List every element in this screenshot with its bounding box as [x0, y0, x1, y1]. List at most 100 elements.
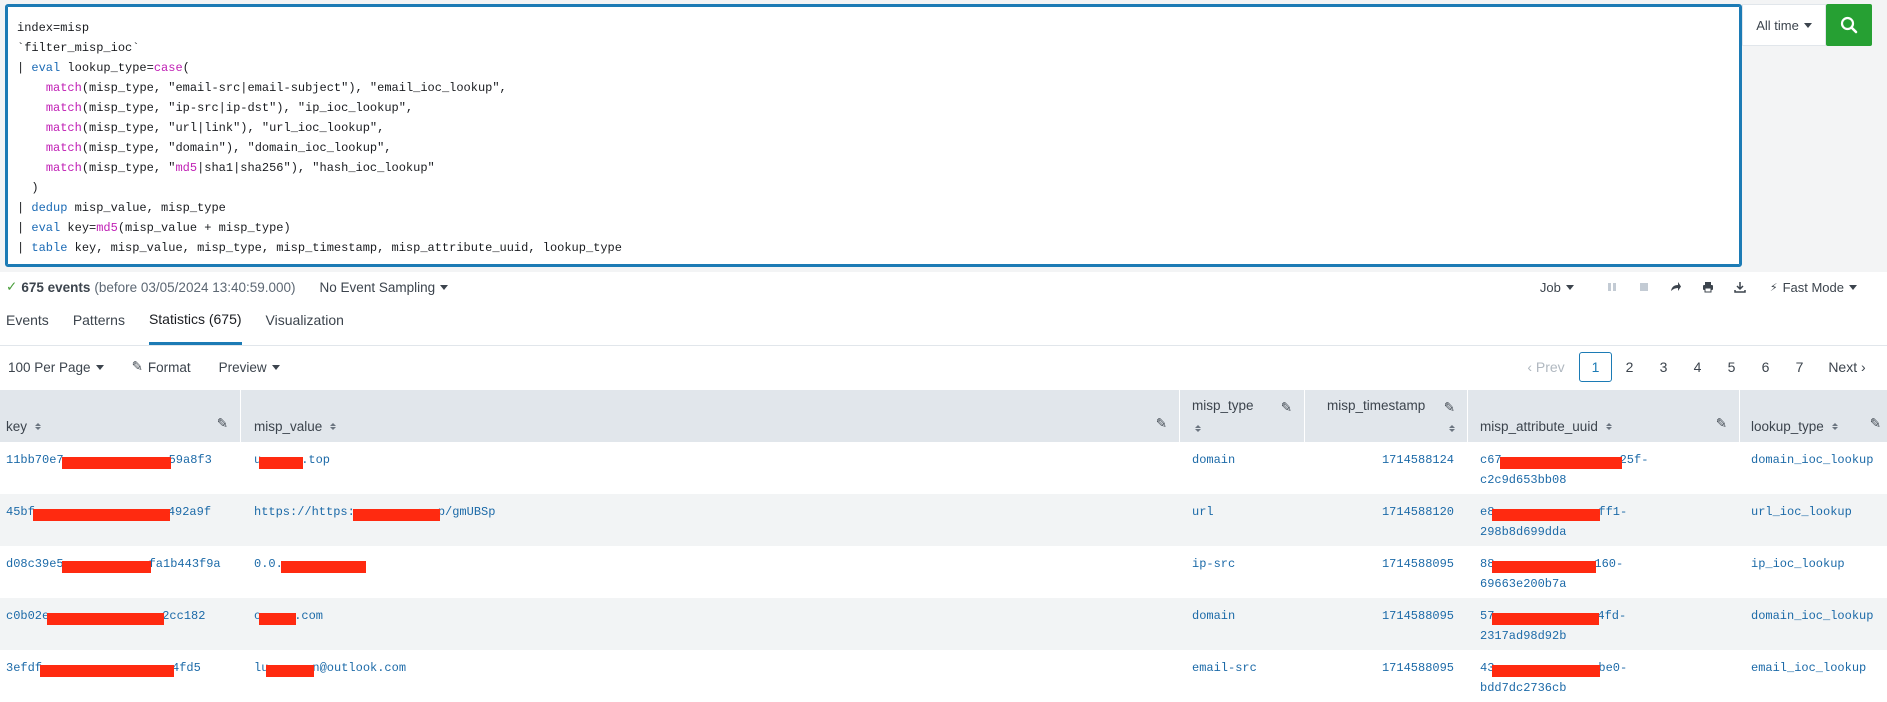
- cell-misp-type[interactable]: domain: [1180, 598, 1305, 650]
- cell-text: c0b02e: [6, 609, 50, 623]
- redaction-box: [1492, 509, 1600, 521]
- edit-column-icon[interactable]: ✎: [1716, 416, 1727, 432]
- pause-icon[interactable]: [1596, 276, 1628, 298]
- tab-statistics[interactable]: Statistics (675): [148, 305, 242, 345]
- cell-text: https://https:: [254, 505, 355, 519]
- share-icon[interactable]: [1660, 276, 1692, 298]
- time-range-label: All time: [1756, 17, 1799, 33]
- column-header-misp-type[interactable]: misp_type ✎: [1180, 390, 1305, 442]
- column-header-lookup-type[interactable]: lookup_type ✎: [1740, 390, 1887, 442]
- export-icon[interactable]: [1724, 276, 1756, 298]
- cell-lookup-type[interactable]: email_ioc_lookup: [1740, 650, 1887, 702]
- pagination-page[interactable]: 1: [1579, 352, 1612, 382]
- pagination-next[interactable]: Next ›: [1817, 352, 1877, 382]
- search-button[interactable]: [1826, 4, 1872, 46]
- cell-misp-value[interactable]: https://https: p/gmUBSp: [241, 494, 1180, 546]
- redaction-box: [281, 561, 366, 573]
- cell-key[interactable]: c0b02e 2cc182: [0, 598, 241, 650]
- cell-lookup-type[interactable]: ip_ioc_lookup: [1740, 546, 1887, 598]
- cell-misp-timestamp[interactable]: 1714588124: [1305, 442, 1468, 494]
- print-icon[interactable]: [1692, 276, 1724, 298]
- cell-text: n@outlook.com: [312, 661, 407, 675]
- cell-lookup-type[interactable]: url_ioc_lookup: [1740, 494, 1887, 546]
- cell-text: 1714588095: [1381, 557, 1454, 571]
- search-mode-dropdown[interactable]: ⚡ Fast Mode: [1770, 280, 1857, 295]
- redaction-box: [259, 457, 303, 469]
- search-query-editor[interactable]: index=misp `filter_misp_ioc` | eval lookup…: [5, 4, 1742, 267]
- cell-text: bdd7dc2736cb: [1480, 681, 1567, 695]
- stop-icon[interactable]: [1628, 276, 1660, 298]
- cell-misp-type[interactable]: ip-src: [1180, 546, 1305, 598]
- edit-column-icon[interactable]: ✎: [1156, 416, 1167, 432]
- column-header-misp-timestamp[interactable]: misp_timestamp ✎: [1305, 390, 1468, 442]
- cell-misp-timestamp[interactable]: 1714588120: [1305, 494, 1468, 546]
- column-header-misp-attribute-uuid[interactable]: misp_attribute_uuid ✎: [1468, 390, 1740, 442]
- tab-events[interactable]: Events: [6, 305, 49, 345]
- cell-key[interactable]: 45bf 492a9f: [0, 494, 241, 546]
- events-before-time: (before 03/05/2024 13:40:59.000): [94, 279, 296, 295]
- pagination-page[interactable]: 6: [1749, 352, 1782, 382]
- redaction-box: [1492, 665, 1600, 677]
- job-menu[interactable]: Job: [1540, 280, 1574, 295]
- cell-misp-type[interactable]: url: [1180, 494, 1305, 546]
- sort-icon[interactable]: [1605, 423, 1612, 430]
- per-page-dropdown[interactable]: 100 Per Page: [8, 360, 104, 375]
- cell-text: 0.0.: [254, 557, 283, 571]
- pagination-page[interactable]: 5: [1715, 352, 1748, 382]
- cell-misp-attribute-uuid[interactable]: 57 4fd- 2317ad98d92b: [1468, 598, 1740, 650]
- pagination-page[interactable]: 7: [1783, 352, 1816, 382]
- cell-misp-value[interactable]: o .com: [241, 598, 1180, 650]
- pagination-page[interactable]: 4: [1681, 352, 1714, 382]
- search-query-text[interactable]: index=misp `filter_misp_ioc` | eval lookup…: [7, 6, 1740, 258]
- sort-icon[interactable]: [1195, 425, 1201, 432]
- preview-label: Preview: [218, 359, 267, 375]
- sort-icon[interactable]: [35, 423, 42, 430]
- tab-patterns[interactable]: Patterns: [73, 305, 125, 345]
- preview-dropdown[interactable]: Preview: [219, 360, 280, 375]
- format-button[interactable]: ✎ Format: [132, 359, 191, 375]
- column-header-key[interactable]: key ✎: [0, 390, 241, 442]
- cell-misp-value[interactable]: u .top: [241, 442, 1180, 494]
- event-sampling-dropdown[interactable]: No Event Sampling: [320, 280, 449, 295]
- cell-text: 2317ad98d92b: [1480, 629, 1567, 643]
- sort-icon[interactable]: [1831, 423, 1838, 430]
- cell-misp-timestamp[interactable]: 1714588095: [1305, 546, 1468, 598]
- query-line: | dedup misp_value, misp_type: [17, 201, 226, 215]
- pagination-page[interactable]: 2: [1613, 352, 1646, 382]
- cell-misp-value[interactable]: lu n@outlook.com: [241, 650, 1180, 702]
- cell-misp-attribute-uuid[interactable]: c67 25f-c2c9d653bb08: [1468, 442, 1740, 494]
- table-header: key ✎ misp_value ✎ misp_type ✎ misp_time…: [0, 390, 1887, 442]
- pagination-page[interactable]: 3: [1647, 352, 1680, 382]
- sort-icon[interactable]: [330, 423, 337, 430]
- query-line: match(misp_type, "md5|sha1|sha256"), "ha…: [45, 161, 435, 175]
- cell-lookup-type[interactable]: domain_ioc_lookup: [1740, 598, 1887, 650]
- column-label: misp_attribute_uuid: [1480, 419, 1598, 434]
- pagination-prev[interactable]: ‹ Prev: [1514, 352, 1578, 382]
- cell-text: 45bf: [6, 505, 35, 519]
- column-label: lookup_type: [1751, 419, 1824, 434]
- cell-misp-type[interactable]: email-src: [1180, 650, 1305, 702]
- cell-key[interactable]: 11bb70e7 59a8f3: [0, 442, 241, 494]
- cell-misp-value[interactable]: 0.0.: [241, 546, 1180, 598]
- cell-lookup-type[interactable]: domain_ioc_lookup: [1740, 442, 1887, 494]
- cell-misp-attribute-uuid[interactable]: 43 be0- bdd7dc2736cb: [1468, 650, 1740, 702]
- cell-misp-timestamp[interactable]: 1714588095: [1305, 598, 1468, 650]
- cell-misp-attribute-uuid[interactable]: e8 ff1- 298b8d699dda: [1468, 494, 1740, 546]
- sort-icon[interactable]: [1449, 425, 1455, 432]
- cell-misp-timestamp[interactable]: 1714588095: [1305, 650, 1468, 702]
- column-label: misp_value: [254, 419, 323, 434]
- edit-column-icon[interactable]: ✎: [1870, 416, 1881, 432]
- cell-key[interactable]: d08c39e5 fa1b443f9a: [0, 546, 241, 598]
- tab-visualization[interactable]: Visualization: [266, 305, 344, 345]
- edit-column-icon[interactable]: ✎: [217, 416, 228, 432]
- edit-column-icon[interactable]: ✎: [1281, 400, 1292, 416]
- edit-column-icon[interactable]: ✎: [1444, 400, 1455, 416]
- job-label: Job: [1539, 279, 1561, 295]
- cell-misp-type[interactable]: domain: [1180, 442, 1305, 494]
- chevron-down-icon: [271, 364, 280, 370]
- cell-misp-attribute-uuid[interactable]: 88 160- 69663e200b7a: [1468, 546, 1740, 598]
- column-header-misp-value[interactable]: misp_value ✎: [241, 390, 1180, 442]
- time-range-picker[interactable]: All time: [1742, 4, 1826, 46]
- job-status-bar: ✓ 675 events (before 03/05/2024 13:40:59…: [0, 272, 1887, 302]
- cell-key[interactable]: 3efdf 4fd5: [0, 650, 241, 702]
